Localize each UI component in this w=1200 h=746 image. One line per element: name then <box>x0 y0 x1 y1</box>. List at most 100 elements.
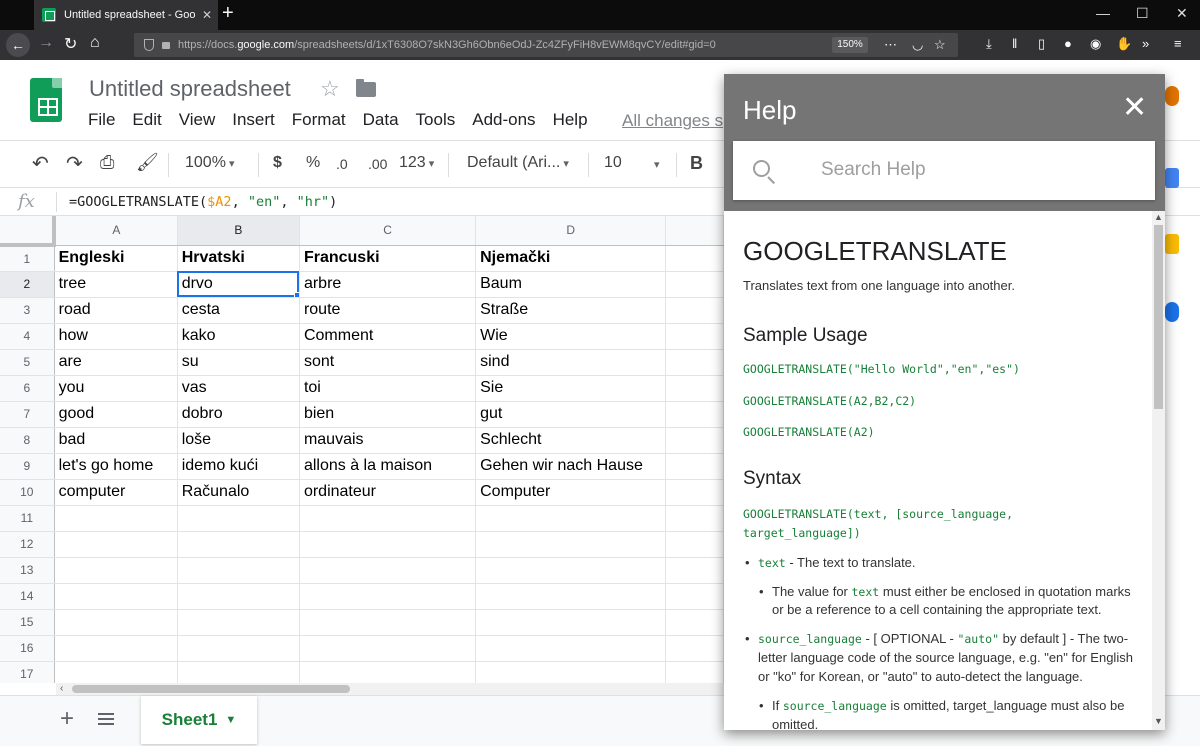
menu-edit[interactable]: Edit <box>132 110 161 130</box>
cell[interactable]: how <box>54 323 178 350</box>
horizontal-scrollbar[interactable]: ‹ <box>56 683 724 695</box>
row-header[interactable]: 5 <box>0 349 55 376</box>
cell[interactable]: allons à la maison <box>299 453 477 480</box>
cell[interactable] <box>54 661 178 683</box>
cell[interactable] <box>665 505 724 532</box>
cell[interactable] <box>54 557 178 584</box>
menu-help[interactable]: Help <box>553 110 588 130</box>
column-header-d[interactable]: D <box>475 216 667 246</box>
minimize-icon[interactable]: — <box>1096 5 1110 21</box>
row-header[interactable]: 13 <box>0 557 55 584</box>
cell[interactable] <box>177 661 300 683</box>
reload-icon[interactable]: ↻ <box>64 34 77 54</box>
zoom-select[interactable]: 100% <box>185 154 235 172</box>
maximize-icon[interactable]: ☐ <box>1136 5 1149 22</box>
cell[interactable]: bad <box>54 427 178 454</box>
add-sheet-icon[interactable]: + <box>60 705 74 733</box>
downloads-icon[interactable]: ⤓ <box>986 36 992 52</box>
new-tab-icon[interactable]: + <box>222 2 234 25</box>
percent-format-button[interactable]: % <box>306 154 320 172</box>
more-formats-select[interactable]: 123 <box>399 154 434 172</box>
cell[interactable] <box>665 323 724 350</box>
cell[interactable] <box>299 661 477 683</box>
row-header[interactable]: 3 <box>0 297 55 324</box>
tasks-addon-icon[interactable] <box>1165 302 1179 322</box>
cell[interactable]: good <box>54 401 178 428</box>
menu-insert[interactable]: Insert <box>232 110 275 130</box>
pocket-icon[interactable]: ◡ <box>912 37 923 53</box>
bold-button[interactable]: B <box>690 153 703 174</box>
cell[interactable] <box>665 297 724 324</box>
help-vertical-scrollbar[interactable]: ▲ ▼ <box>1152 211 1165 730</box>
cell[interactable]: Baum <box>475 271 667 298</box>
menu-format[interactable]: Format <box>292 110 346 130</box>
cell[interactable] <box>475 661 667 683</box>
cell[interactable]: mauvais <box>299 427 477 454</box>
cell[interactable]: let's go home <box>54 453 178 480</box>
paint-format-icon[interactable]: 🖌 <box>136 152 159 173</box>
cell[interactable] <box>665 479 724 506</box>
cell[interactable] <box>475 557 667 584</box>
scroll-left-icon[interactable]: ‹ <box>60 683 63 694</box>
cell[interactable] <box>665 583 724 610</box>
tracking-shield-icon[interactable] <box>144 39 154 51</box>
document-title[interactable]: Untitled spreadsheet <box>89 76 291 102</box>
cell[interactable] <box>177 531 300 558</box>
zoom-level-badge[interactable]: 150% <box>832 37 868 53</box>
redo-icon[interactable]: ↷ <box>66 151 83 176</box>
cell[interactable]: Engleski <box>54 245 178 272</box>
forward-icon[interactable]: → <box>38 34 54 52</box>
cell[interactable] <box>665 531 724 558</box>
cell[interactable]: ordinateur <box>299 479 477 506</box>
sidebar-icon[interactable]: ▯ <box>1038 36 1045 52</box>
row-header[interactable]: 17 <box>0 661 55 683</box>
cell[interactable] <box>475 531 667 558</box>
cell[interactable]: Hrvatski <box>177 245 300 272</box>
cell[interactable]: Comment <box>299 323 477 350</box>
cell[interactable]: computer <box>54 479 178 506</box>
row-header[interactable]: 11 <box>0 505 55 532</box>
font-size-select[interactable]: 10 <box>604 154 622 172</box>
cell[interactable]: Wie <box>475 323 667 350</box>
back-icon[interactable]: ← <box>6 33 30 57</box>
keep-addon-icon[interactable] <box>1165 234 1179 254</box>
cell[interactable] <box>177 635 300 662</box>
formula-input[interactable]: =GOOGLETRANSLATE($A2, "en", "hr") <box>69 194 337 210</box>
tab-close-icon[interactable]: ✕ <box>202 8 212 22</box>
font-size-chevron-icon[interactable]: ▾ <box>654 158 660 171</box>
cell[interactable]: are <box>54 349 178 376</box>
cell[interactable] <box>475 635 667 662</box>
cell[interactable] <box>177 609 300 636</box>
cell[interactable]: vas <box>177 375 300 402</box>
cell[interactable]: kako <box>177 323 300 350</box>
print-icon[interactable]: ⎙ <box>100 152 114 173</box>
undo-icon[interactable]: ↶ <box>32 151 49 176</box>
row-header[interactable]: 4 <box>0 323 55 350</box>
close-icon[interactable]: ✕ <box>1122 90 1147 125</box>
cell[interactable] <box>665 375 724 402</box>
lock-icon[interactable] <box>162 41 170 49</box>
cell[interactable]: sind <box>475 349 667 376</box>
bookmark-star-icon[interactable]: ☆ <box>934 37 946 53</box>
row-header[interactable]: 6 <box>0 375 55 402</box>
menu-tools[interactable]: Tools <box>416 110 456 130</box>
decrease-decimals-button[interactable]: .0 <box>336 156 348 172</box>
cell[interactable] <box>299 531 477 558</box>
calendar-addon-icon[interactable] <box>1165 168 1179 188</box>
row-header[interactable]: 8 <box>0 427 55 454</box>
cell[interactable]: route <box>299 297 477 324</box>
cell[interactable]: drvo <box>177 271 300 298</box>
cell[interactable] <box>177 557 300 584</box>
cell[interactable] <box>54 609 178 636</box>
row-header[interactable]: 15 <box>0 609 55 636</box>
cell[interactable]: cesta <box>177 297 300 324</box>
page-actions-icon[interactable]: ⋯ <box>884 37 897 53</box>
all-sheets-icon[interactable] <box>98 713 114 725</box>
url-bar[interactable]: https://docs. google.com/spreadsheets/d/1… <box>134 33 958 57</box>
select-all-corner[interactable] <box>0 216 57 247</box>
menu-view[interactable]: View <box>179 110 216 130</box>
cell[interactable] <box>54 531 178 558</box>
row-header[interactable]: 14 <box>0 583 55 610</box>
extension-hand-icon[interactable]: ✋ <box>1116 36 1132 52</box>
cell[interactable]: su <box>177 349 300 376</box>
